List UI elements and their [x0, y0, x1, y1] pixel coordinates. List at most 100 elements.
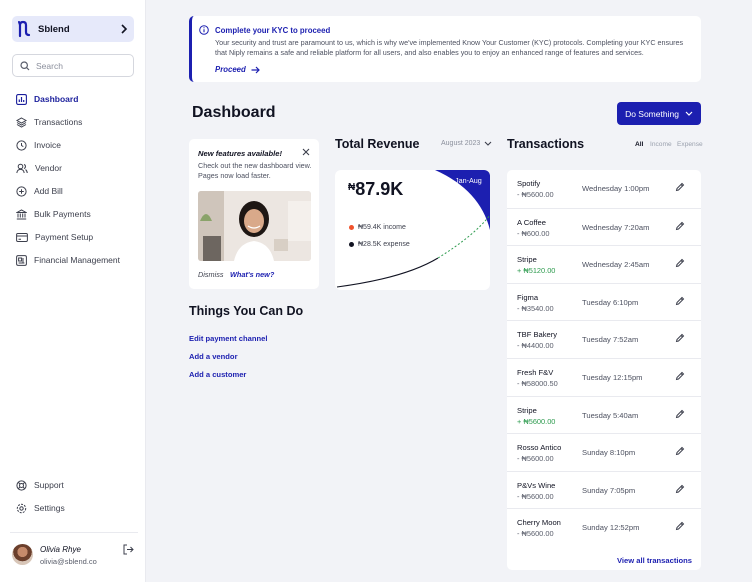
income-dot — [349, 225, 354, 230]
proceed-link[interactable]: Proceed — [215, 65, 260, 74]
transaction-row[interactable]: Stripe + ₦5600.00 Tuesday 5:40am — [507, 395, 701, 434]
transaction-name: Stripe — [517, 405, 537, 415]
sidebar-item-label: Financial Management — [34, 255, 120, 265]
transaction-time: Sunday 7:05pm — [582, 485, 636, 495]
layers-icon — [16, 116, 27, 128]
sidebar-item-add-bill[interactable]: Add Bill — [16, 183, 140, 199]
filter-all[interactable]: All — [635, 141, 643, 148]
filter-expense[interactable]: Expense — [677, 141, 703, 148]
revenue-card: ₦87.9K Jan-Aug ₦59.4K income ₦28.5K expe… — [335, 170, 490, 290]
period-value: August 2023 — [441, 140, 481, 147]
kyc-banner-title: Complete your KYC to proceed — [215, 26, 331, 35]
edit-icon[interactable] — [675, 371, 685, 381]
dismiss-button[interactable]: Dismiss — [198, 270, 224, 279]
sidebar: Sblend Search Dashboard Transactions Inv… — [0, 0, 146, 582]
period-select[interactable]: August 2023 — [441, 140, 492, 147]
sidebar-item-settings[interactable]: Settings — [16, 500, 140, 516]
transaction-row[interactable]: Cherry Moon - ₦5600.00 Sunday 12:52pm — [507, 508, 701, 546]
users-icon — [16, 163, 28, 174]
info-icon — [199, 25, 209, 35]
transaction-amount: - ₦5600.00 — [517, 529, 554, 539]
revenue-total: ₦87.9K — [348, 179, 403, 200]
do-something-button[interactable]: Do Something — [617, 102, 701, 125]
currency-symbol: ₦ — [348, 182, 356, 193]
sidebar-item-payment-setup[interactable]: Payment Setup — [16, 229, 140, 245]
transaction-amount: - ₦5600.00 — [517, 491, 554, 501]
search-icon — [20, 60, 30, 71]
edit-icon[interactable] — [675, 484, 685, 494]
transaction-time: Wednesday 2:45am — [582, 260, 650, 270]
edit-icon[interactable] — [675, 258, 685, 268]
edit-icon[interactable] — [675, 446, 685, 456]
sidebar-item-financial-management[interactable]: Financial Management — [16, 252, 140, 268]
transaction-time: Sunday 12:52pm — [582, 523, 640, 533]
workspace-switcher[interactable]: Sblend — [12, 16, 134, 42]
transaction-amount: - ₦5600.00 — [517, 190, 554, 199]
revenue-amount: 87.9K — [355, 179, 404, 199]
clock-icon — [16, 139, 27, 151]
lifebuoy-icon — [16, 479, 27, 491]
feature-card-title: New features available! — [198, 149, 282, 158]
transaction-amount: - ₦58000.50 — [517, 379, 558, 388]
revenue-range: Jan-Aug — [455, 176, 482, 185]
transaction-name: Rosso Antico — [517, 443, 562, 453]
transaction-row[interactable]: Rosso Antico - ₦5600.00 Sunday 8:10pm — [507, 433, 701, 471]
transaction-amount: + ₦5600.00 — [517, 416, 556, 426]
edit-icon[interactable] — [675, 296, 685, 306]
arrow-right-icon — [251, 66, 260, 74]
income-value: ₦59.4K income — [358, 224, 406, 231]
add-customer-link[interactable]: Add a customer — [189, 370, 246, 379]
edit-icon[interactable] — [675, 333, 685, 343]
transactions-title: Transactions — [507, 137, 585, 151]
transaction-time: Tuesday 6:10pm — [582, 297, 639, 307]
transaction-row[interactable]: Spotify - ₦5600.00 Wednesday 1:00pm — [507, 170, 701, 208]
user-email: olivia@sblend.co — [40, 557, 97, 566]
transaction-row[interactable]: P&Vs Wine - ₦5600.00 Sunday 7:05pm — [507, 470, 701, 509]
edit-icon[interactable] — [675, 521, 685, 531]
income-line — [437, 214, 490, 259]
sidebar-item-dashboard[interactable]: Dashboard — [16, 91, 140, 107]
do-something-label: Do Something — [625, 108, 679, 119]
sidebar-item-transactions[interactable]: Transactions — [16, 114, 140, 130]
expense-value: ₦28.5K expense — [358, 241, 410, 248]
transaction-time: Sunday 8:10pm — [582, 448, 636, 458]
logout-icon[interactable] — [123, 544, 134, 555]
transaction-row[interactable]: Figma - ₦3540.00 Tuesday 6:10pm — [507, 282, 701, 321]
close-icon[interactable] — [302, 148, 310, 156]
new-features-card: New features available! Check out the ne… — [189, 139, 319, 289]
transaction-time: Tuesday 12:15pm — [582, 373, 643, 382]
view-all-transactions-link[interactable]: View all transactions — [617, 556, 692, 565]
transaction-amount: + ₦5120.00 — [517, 266, 556, 276]
whats-new-link[interactable]: What's new? — [230, 270, 274, 279]
transaction-name: TBF Bakery — [517, 330, 558, 340]
transactions-list: Spotify - ₦5600.00 Wednesday 1:00pm A Coffe… — [507, 170, 701, 570]
plus-circle-icon — [16, 185, 27, 197]
brand-logo-icon — [18, 20, 32, 38]
sidebar-item-label: Add Bill — [34, 186, 63, 196]
transaction-row[interactable]: TBF Bakery - ₦4400.00 Tuesday 7:52am — [507, 320, 701, 358]
transaction-amount: - ₦4400.00 — [517, 341, 554, 351]
transaction-row[interactable]: Fresh F&V - ₦58000.50 Tuesday 12:15pm — [507, 358, 701, 396]
kyc-banner-body: Your security and trust are paramount to… — [215, 38, 684, 57]
chevron-down-icon — [685, 111, 693, 116]
avatar[interactable] — [12, 544, 33, 565]
transaction-amount: - ₦600.00 — [517, 228, 550, 238]
sidebar-item-vendor[interactable]: Vendor — [16, 160, 140, 176]
transaction-row[interactable]: Stripe + ₦5120.00 Wednesday 2:45am — [507, 245, 701, 283]
edit-payment-channel-link[interactable]: Edit payment channel — [189, 334, 268, 343]
transaction-time: Tuesday 7:52am — [582, 335, 639, 345]
sidebar-item-bulk-payments[interactable]: Bulk Payments — [16, 206, 140, 222]
filter-income[interactable]: Income — [650, 141, 672, 148]
edit-icon[interactable] — [675, 221, 685, 231]
transaction-amount: - ₦3540.00 — [517, 303, 554, 313]
sidebar-item-invoice[interactable]: Invoice — [16, 137, 140, 153]
search-input[interactable]: Search — [12, 54, 134, 77]
sidebar-item-support[interactable]: Support — [16, 477, 140, 493]
edit-icon[interactable] — [675, 409, 685, 419]
transaction-row[interactable]: A Coffee - ₦600.00 Wednesday 7:20am — [507, 207, 701, 246]
transaction-name: Figma — [517, 292, 539, 302]
edit-icon[interactable] — [675, 182, 685, 192]
add-vendor-link[interactable]: Add a vendor — [189, 352, 238, 361]
sidebar-item-label: Payment Setup — [35, 232, 94, 242]
page-title: Dashboard — [192, 104, 276, 121]
